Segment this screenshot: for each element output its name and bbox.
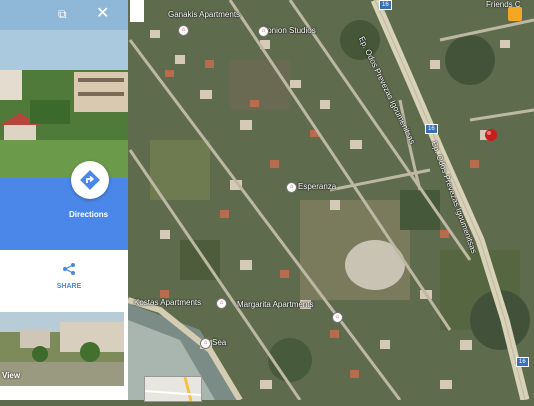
view-label[interactable]: View [2,371,20,380]
route-shield-16: 16 [425,124,438,134]
directions-button[interactable] [71,161,109,199]
directions-label[interactable]: Directions [69,210,108,219]
share-icon [63,263,75,275]
poi-label-ionion[interactable]: Ionion Studios [265,26,316,35]
poi-label-esperanza[interactable]: Esperanza [298,182,336,191]
hotel-marker-icon[interactable]: ⌂ [258,26,269,37]
place-side-panel: ⧉ ✕ Directions SHARE View [0,0,128,400]
hotel-marker-icon[interactable]: ⌂ [332,312,343,323]
share-button[interactable]: SHARE [44,262,94,290]
hotel-marker-icon[interactable]: ⌂ [216,298,227,309]
close-icon[interactable]: ✕ [96,6,109,22]
hotel-marker-icon[interactable]: ⌂ [178,25,189,36]
cafe-marker-icon[interactable] [508,7,522,21]
directions-icon [80,170,100,190]
poi-label-sea[interactable]: Sea [212,338,226,347]
route-shield-16: 16 [379,0,392,10]
poi-label-ganakis[interactable]: Ganakis Apartments [168,10,240,19]
hotel-marker-icon[interactable]: ⌂ [200,338,211,349]
share-label: SHARE [56,283,82,290]
map-control-fragment[interactable] [130,0,144,22]
location-pin-icon[interactable] [484,128,498,152]
route-shield-16: 16 [516,357,529,367]
place-photo[interactable] [0,0,128,178]
hotel-marker-icon[interactable]: ⌂ [286,182,297,193]
poi-label-kostas[interactable]: Kostas Apartments [134,298,201,307]
poi-label-margarita[interactable]: Margarita Apartments [237,300,313,309]
expand-photo-icon[interactable]: ⧉ [58,7,67,22]
mini-map-toggle[interactable] [144,376,202,402]
